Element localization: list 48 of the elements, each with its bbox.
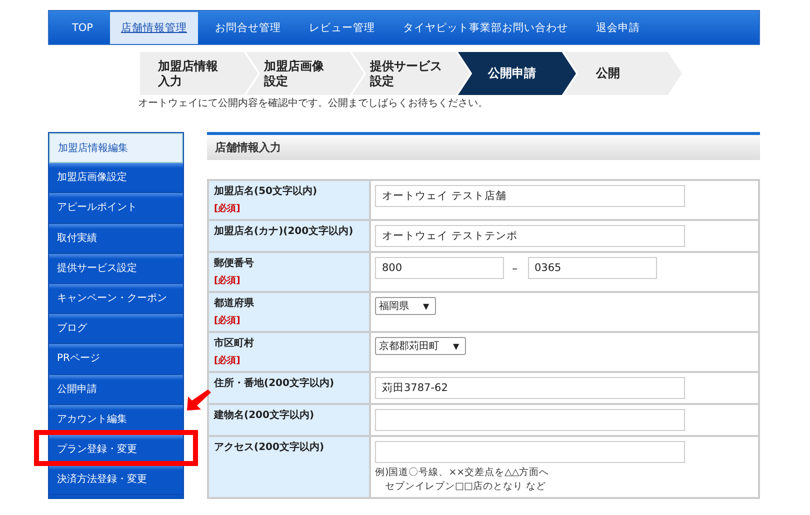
field-label: 市区町村 <box>214 337 255 351</box>
input-field[interactable] <box>375 441 685 463</box>
field-label: 加盟店名(50文字以内) <box>214 185 318 199</box>
hint-text: 例)国道〇号線、××交差点を△△方面へ <box>375 466 550 479</box>
sidebar-item[interactable]: PRページ <box>49 344 183 374</box>
field-label: 郵便番号 <box>214 257 255 271</box>
step-label: 加盟店情報 入力 <box>158 59 218 88</box>
step-label: 加盟店画像 設定 <box>264 59 324 88</box>
input-field[interactable]: 0365 <box>528 257 656 279</box>
section-title: 店舗情報入力 <box>207 132 760 160</box>
sidebar-item[interactable]: アピールポイント <box>49 193 183 224</box>
required-tag: [必須] <box>214 315 364 327</box>
required-tag: [必須] <box>214 355 364 367</box>
field-label: 加盟店名(カナ)(200文字以内) <box>214 225 354 239</box>
field-label: 住所・番地(200文字以内) <box>214 377 336 391</box>
sidebar-item[interactable]: キャンペーン・クーポン <box>49 284 183 314</box>
nav-tab[interactable]: TOP <box>61 12 104 44</box>
sidebar-item[interactable]: 公開申請 <box>49 374 183 405</box>
dropdown[interactable]: 京都郡苅田町 ▼ <box>375 337 466 355</box>
sidebar-item[interactable]: 提供サービス設定 <box>49 254 183 284</box>
input-field[interactable]: 800 <box>375 257 504 279</box>
input-field[interactable]: オートウェイ テスト店舗 <box>375 185 685 207</box>
nav-tab[interactable]: レビュー管理 <box>298 12 386 44</box>
required-tag: [必須] <box>214 275 364 287</box>
nav-tab[interactable]: お問合せ管理 <box>204 12 292 44</box>
notice-text: オートウェイにて公開内容を確認中です。公開までしばらくお待ちください。 <box>138 96 488 110</box>
nav-tab[interactable]: 退会申請 <box>585 12 652 44</box>
step-label: 提供サービス 設定 <box>370 59 442 88</box>
field-label: 都道府県 <box>214 297 255 311</box>
field-label: 建物名(200文字以内) <box>214 409 316 423</box>
sidebar-item[interactable]: 加盟店画像設定 <box>49 163 183 194</box>
input-field[interactable]: 苅田3787-62 <box>375 377 685 399</box>
separator-text: – <box>512 262 518 274</box>
sidebar-item[interactable]: ブログ <box>49 314 183 344</box>
step-label: 公開申請 <box>488 66 536 81</box>
sidebar-item[interactable]: 加盟店情報編集 <box>49 133 183 164</box>
nav-tab[interactable]: 店舗情報管理 <box>110 12 198 44</box>
required-tag: [必須] <box>214 203 364 215</box>
input-field[interactable]: オートウェイ テストテンポ <box>375 225 685 247</box>
hint-text: セブンイレブン□□店のとなり など <box>384 480 547 493</box>
sidebar-item[interactable]: 決済方法登録・変更 <box>49 465 183 496</box>
field-label: アクセス(200文字以内) <box>214 441 326 455</box>
dropdown[interactable]: 福岡県 ▼ <box>375 297 436 315</box>
nav-tab[interactable]: タイヤピット事業部お問い合わせ <box>392 12 580 44</box>
step-label: 公開 <box>596 66 620 81</box>
sidebar-item[interactable]: 取付実績 <box>49 224 183 254</box>
input-field[interactable] <box>375 409 685 431</box>
arrow-icon <box>186 388 211 412</box>
